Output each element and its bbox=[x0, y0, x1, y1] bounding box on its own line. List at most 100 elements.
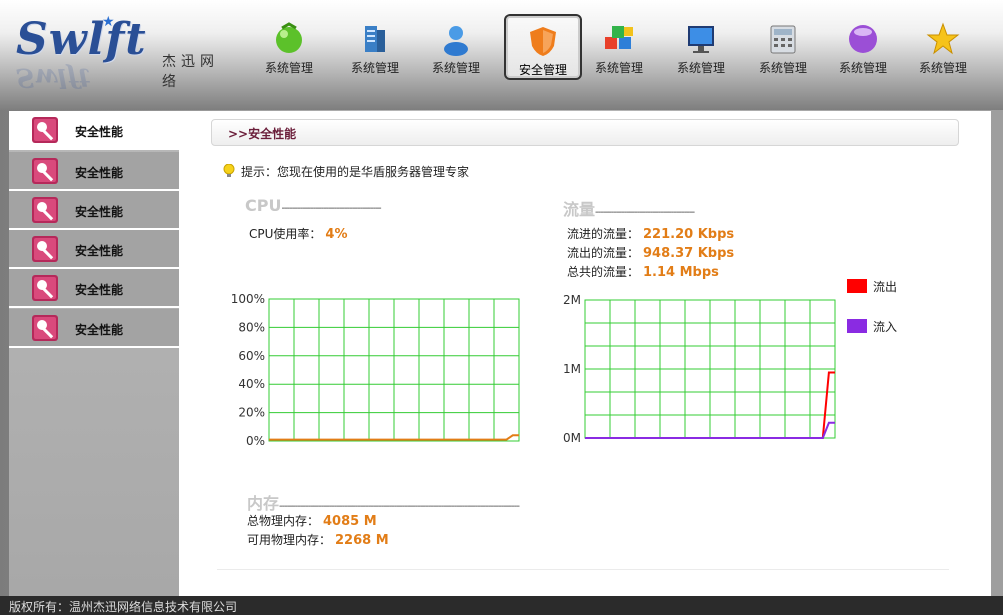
green-ball-icon bbox=[272, 22, 306, 56]
nav-label: 系统管理 bbox=[758, 61, 807, 75]
nav-label: 系统管理 bbox=[838, 61, 887, 75]
cpu-section-title: CPU-------------------------------------… bbox=[245, 196, 382, 215]
y-tick-label: 1M bbox=[563, 362, 581, 376]
key-icon bbox=[31, 235, 63, 264]
header: Swlft ★ 杰迅网络 Swlft 系统管理 系统管理 系统管理 安全管理 系… bbox=[0, 0, 1003, 110]
y-tick-label: 2M bbox=[563, 293, 581, 307]
nav-item-security[interactable]: 安全管理 bbox=[504, 14, 582, 80]
sidebar-item-label: 安全性能 bbox=[75, 166, 124, 180]
traffic-out-label: 流出的流量： bbox=[567, 246, 640, 260]
memory-title: 内存 bbox=[247, 494, 280, 513]
nav-item-system-2[interactable]: 系统管理 bbox=[336, 14, 414, 80]
purple-ball-icon bbox=[846, 22, 880, 56]
traffic-in: 流进的流量： 221.20 Kbps bbox=[567, 225, 734, 242]
nav-item-system-6[interactable]: 系统管理 bbox=[744, 14, 822, 80]
cpu-title: CPU bbox=[245, 196, 282, 215]
traffic-section-title: 流量-------------------------------------- bbox=[563, 200, 695, 219]
sidebar-item-label: 安全性能 bbox=[75, 244, 124, 258]
legend-item-in: 流入 bbox=[847, 318, 897, 335]
cpu-usage-chart: 0% 20% 40% 60% 80% 100% bbox=[231, 292, 520, 448]
cpu-usage: CPU使用率： 4% bbox=[249, 225, 347, 242]
y-tick-label: 40% bbox=[238, 377, 265, 391]
cpu-usage-label: CPU使用率： bbox=[249, 227, 322, 241]
shield-icon bbox=[526, 24, 560, 58]
sidebar-item-security-performance[interactable]: 安全性能 bbox=[9, 191, 179, 230]
footer: 版权所有：温州杰迅网络信息技术有限公司 bbox=[0, 596, 1003, 615]
traffic-total-label: 总共的流量： bbox=[567, 265, 640, 279]
nav-label: 系统管理 bbox=[264, 61, 313, 75]
sidebar-item-label: 安全性能 bbox=[75, 205, 124, 219]
traffic-in-label: 流进的流量： bbox=[567, 227, 640, 241]
traffic-total-value: 1.14 Mbps bbox=[643, 265, 719, 280]
nav-label: 系统管理 bbox=[918, 61, 967, 75]
server-icon bbox=[358, 22, 392, 56]
traffic-out: 流出的流量： 948.37 Kbps bbox=[567, 244, 734, 261]
y-tick-label: 0M bbox=[563, 431, 581, 445]
sidebar-item-security-performance[interactable]: 安全性能 bbox=[9, 269, 179, 308]
legend-label-out: 流出 bbox=[873, 280, 898, 294]
traffic-title: 流量 bbox=[563, 200, 596, 219]
logo-reflection: Swlft bbox=[16, 62, 91, 92]
sidebar-item-label: 安全性能 bbox=[75, 125, 124, 139]
nav-item-system-3[interactable]: 系统管理 bbox=[417, 14, 495, 80]
sidebar-item-label: 安全性能 bbox=[75, 283, 124, 297]
star-icon bbox=[926, 22, 960, 56]
sidebar-item-label: 安全性能 bbox=[75, 323, 124, 337]
key-icon bbox=[31, 116, 63, 145]
nav-item-system-5[interactable]: 系统管理 bbox=[662, 14, 740, 80]
y-tick-label: 20% bbox=[238, 406, 265, 420]
memory-available-value: 2268 M bbox=[335, 533, 389, 548]
logo-chinese-text: 杰迅网络 bbox=[162, 54, 219, 90]
nav-item-system-8[interactable]: 系统管理 bbox=[904, 14, 982, 80]
nav-label: 系统管理 bbox=[676, 61, 725, 75]
traffic-out-value: 948.37 Kbps bbox=[643, 246, 735, 261]
sidebar-item-security-performance[interactable]: 安全性能 bbox=[9, 230, 179, 269]
y-tick-label: 0% bbox=[246, 434, 265, 448]
user-icon bbox=[439, 22, 473, 56]
traffic-chart: 0M 1M 2M bbox=[563, 293, 836, 445]
sidebar-item-security-performance[interactable]: 安全性能 bbox=[9, 309, 179, 348]
breadcrumb: >>安全性能 bbox=[211, 119, 959, 146]
sidebar: 安全性能 安全性能 安全性能 安全性能 安全性能 安全性能 bbox=[9, 111, 179, 596]
tip-text: 提示：您现在使用的是华盾服务器管理专家 bbox=[241, 165, 470, 179]
nav-label: 系统管理 bbox=[431, 61, 480, 75]
nav-label: 系统管理 bbox=[594, 61, 643, 75]
logo-text: Swlft bbox=[16, 14, 147, 65]
cubes-icon bbox=[602, 22, 636, 56]
cpu-usage-value: 4% bbox=[325, 227, 348, 242]
y-tick-label: 80% bbox=[238, 320, 265, 334]
memory-section-title: 内存--------------------------------------… bbox=[247, 494, 520, 513]
memory-total-label: 总物理内存： bbox=[247, 514, 320, 528]
legend-swatch-out bbox=[847, 279, 867, 293]
logo[interactable]: Swlft ★ 杰迅网络 Swlft bbox=[16, 14, 236, 92]
memory-available-label: 可用物理内存： bbox=[247, 533, 332, 547]
key-icon bbox=[31, 314, 63, 343]
memory-available: 可用物理内存： 2268 M bbox=[247, 531, 389, 548]
y-tick-label: 100% bbox=[231, 292, 265, 306]
nav-item-system-7[interactable]: 系统管理 bbox=[824, 14, 902, 80]
calculator-icon bbox=[766, 22, 800, 56]
sidebar-item-security-performance[interactable]: 安全性能 bbox=[9, 152, 179, 191]
nav-item-system-1[interactable]: 系统管理 bbox=[250, 14, 328, 80]
key-icon bbox=[31, 157, 63, 186]
legend-swatch-in bbox=[847, 319, 867, 333]
lightbulb-icon bbox=[223, 163, 235, 178]
nav-label: 系统管理 bbox=[350, 61, 399, 75]
nav-label: 安全管理 bbox=[518, 63, 567, 77]
main-content: >>安全性能 提示：您现在使用的是华盾服务器管理专家 CPU----------… bbox=[179, 111, 991, 596]
memory-total: 总物理内存： 4085 M bbox=[247, 512, 377, 529]
divider bbox=[217, 569, 949, 570]
sidebar-item-security-performance[interactable]: 安全性能 bbox=[9, 111, 179, 150]
legend-item-out: 流出 bbox=[847, 278, 897, 295]
traffic-in-value: 221.20 Kbps bbox=[643, 227, 735, 242]
monitor-icon bbox=[684, 22, 718, 56]
key-icon bbox=[31, 274, 63, 303]
key-icon bbox=[31, 196, 63, 225]
nav-item-system-4[interactable]: 系统管理 bbox=[580, 14, 658, 80]
memory-total-value: 4085 M bbox=[323, 514, 377, 529]
legend-label-in: 流入 bbox=[873, 320, 898, 334]
y-tick-label: 60% bbox=[238, 349, 265, 363]
logo-star-icon: ★ bbox=[102, 14, 115, 30]
traffic-total: 总共的流量： 1.14 Mbps bbox=[567, 263, 719, 280]
tip-row: 提示：您现在使用的是华盾服务器管理专家 bbox=[223, 163, 469, 180]
